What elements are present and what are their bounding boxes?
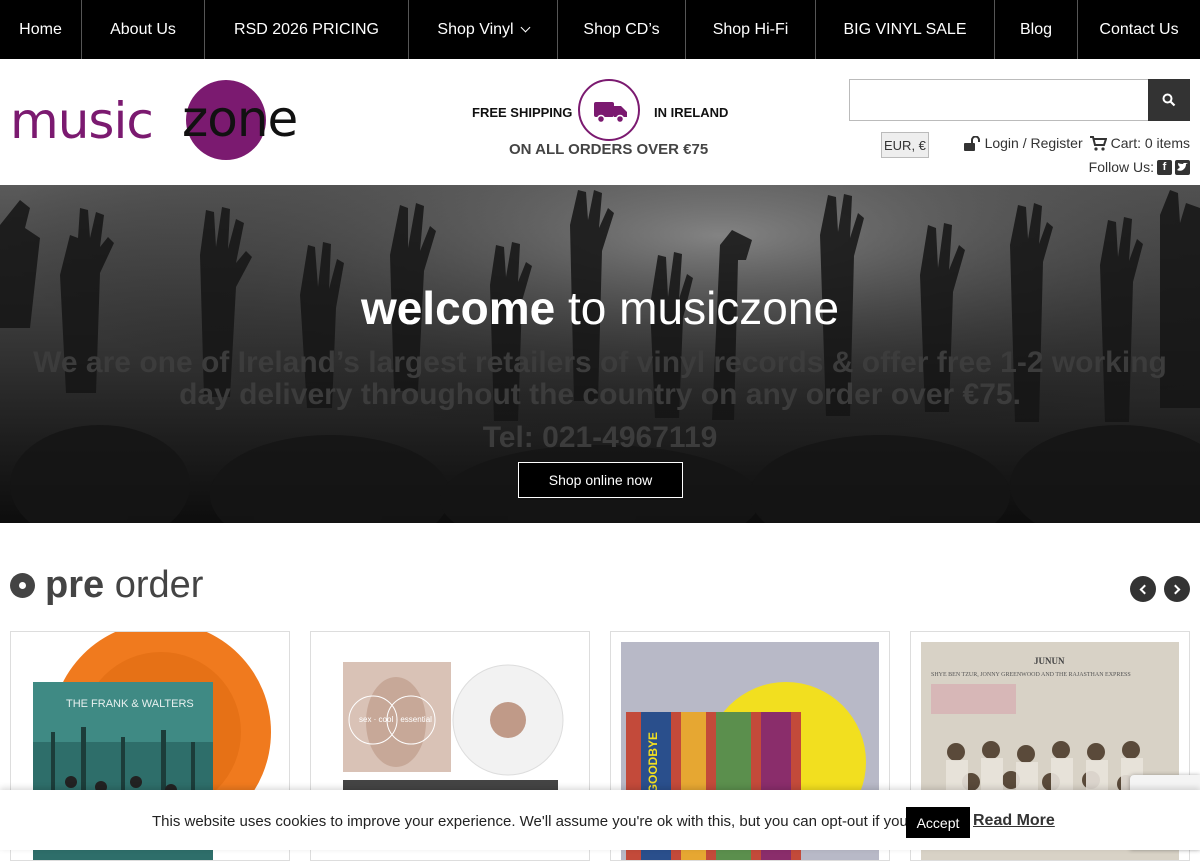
logo-text-music: music — [10, 92, 154, 150]
unlock-icon — [963, 135, 980, 151]
facebook-icon[interactable]: f — [1157, 159, 1172, 175]
nav-blog[interactable]: Blog — [995, 0, 1078, 59]
cookie-read-more-link[interactable]: Read More — [973, 812, 1055, 830]
carousel-prev-button[interactable] — [1130, 576, 1156, 602]
hero-title: welcome to musiczone — [0, 281, 1200, 335]
logo-text-zone: zone — [182, 90, 298, 148]
nav-shop-hifi[interactable]: Shop Hi-Fi — [686, 0, 816, 59]
hero-banner: welcome to musiczone We are one of Irela… — [0, 185, 1200, 523]
nav-shop-vinyl-label: Shop Vinyl — [437, 20, 514, 38]
nav-shop-cds-label: Shop CD’s — [583, 20, 660, 38]
hero-title-bold: welcome — [360, 282, 556, 334]
site-header: music zone FREE SHIPPING IN IRELAND ON A… — [0, 59, 1200, 185]
nav-big-vinyl-sale[interactable]: BIG VINYL SALE — [816, 0, 995, 59]
shop-online-label: Shop online now — [548, 472, 653, 488]
cart-icon — [1089, 135, 1107, 151]
currency-label: EUR, € — [884, 137, 926, 153]
hero-description: We are one of Ireland’s largest retailer… — [33, 346, 1167, 411]
cookie-accept-button[interactable]: Accept — [906, 807, 970, 838]
preorder-title: pre order — [45, 564, 203, 607]
social-follow: Follow Us: f — [1089, 159, 1190, 175]
nav-shop-cds[interactable]: Shop CD’s — [558, 0, 686, 59]
search-icon — [1162, 93, 1176, 107]
currency-selector[interactable]: EUR, € — [881, 132, 929, 158]
cookie-consent-bar: This website uses cookies to improve you… — [0, 790, 1200, 850]
card-2-cover-text: sex · cool · essential — [359, 715, 432, 724]
nav-shop-vinyl[interactable]: Shop Vinyl — [409, 0, 558, 59]
shipping-ireland-label: IN IRELAND — [654, 105, 729, 120]
nav-contact-label: Contact Us — [1099, 20, 1179, 38]
nav-about-label: About Us — [110, 20, 176, 38]
hero-title-light: to musiczone — [568, 282, 840, 334]
follow-us-label: Follow Us: — [1088, 159, 1154, 175]
top-navigation: Home About Us RSD 2026 PRICING Shop Viny… — [0, 0, 1200, 59]
twitter-icon[interactable] — [1175, 159, 1190, 175]
chevron-right-icon — [1170, 584, 1181, 594]
cookie-accept-label: Accept — [916, 814, 960, 831]
nav-home-label: Home — [19, 20, 62, 38]
shipping-free-label: FREE SHIPPING — [472, 105, 573, 120]
nav-shop-hifi-label: Shop Hi-Fi — [712, 20, 789, 38]
nav-contact-us[interactable]: Contact Us — [1078, 0, 1200, 59]
search-input[interactable] — [849, 79, 1149, 121]
card-4-cover-text: JUNUN — [1034, 656, 1065, 666]
preorder-title-bold: pre — [45, 564, 105, 606]
card-1-cover-text: THE FRANK & WALTERS — [66, 698, 194, 710]
truck-icon — [578, 79, 640, 141]
login-register-link[interactable]: Login / Register — [985, 135, 1083, 151]
nav-home[interactable]: Home — [0, 0, 82, 59]
preorder-title-light: order — [114, 564, 204, 606]
chevron-left-icon — [1139, 584, 1150, 594]
chevron-down-icon — [520, 22, 531, 33]
nav-rsd-pricing[interactable]: RSD 2026 PRICING — [205, 0, 409, 59]
preorder-heading: pre order — [10, 564, 203, 607]
nav-blog-label: Blog — [1019, 20, 1053, 38]
shop-online-button[interactable]: Shop online now — [518, 462, 683, 498]
hero-telephone: Tel: 021-4967119 — [482, 421, 718, 454]
site-logo[interactable]: music zone — [10, 80, 310, 160]
search-button[interactable] — [1148, 79, 1190, 121]
carousel-next-button[interactable] — [1164, 576, 1190, 602]
account-links: Login / Register Cart: 0 items — [963, 135, 1190, 151]
cart-link[interactable]: Cart: 0 items — [1111, 135, 1190, 151]
record-bullet-icon — [10, 573, 35, 598]
nav-sale-label: BIG VINYL SALE — [843, 20, 967, 38]
card-4-subtitle: SHYE BEN TZUR, JONNY GREENWOOD AND THE R… — [931, 672, 1131, 678]
nav-rsd-label: RSD 2026 PRICING — [234, 20, 379, 38]
cookie-message: This website uses cookies to improve you… — [152, 813, 947, 830]
shipping-orders-label: ON ALL ORDERS OVER €75 — [509, 141, 709, 158]
nav-about-us[interactable]: About Us — [82, 0, 205, 59]
